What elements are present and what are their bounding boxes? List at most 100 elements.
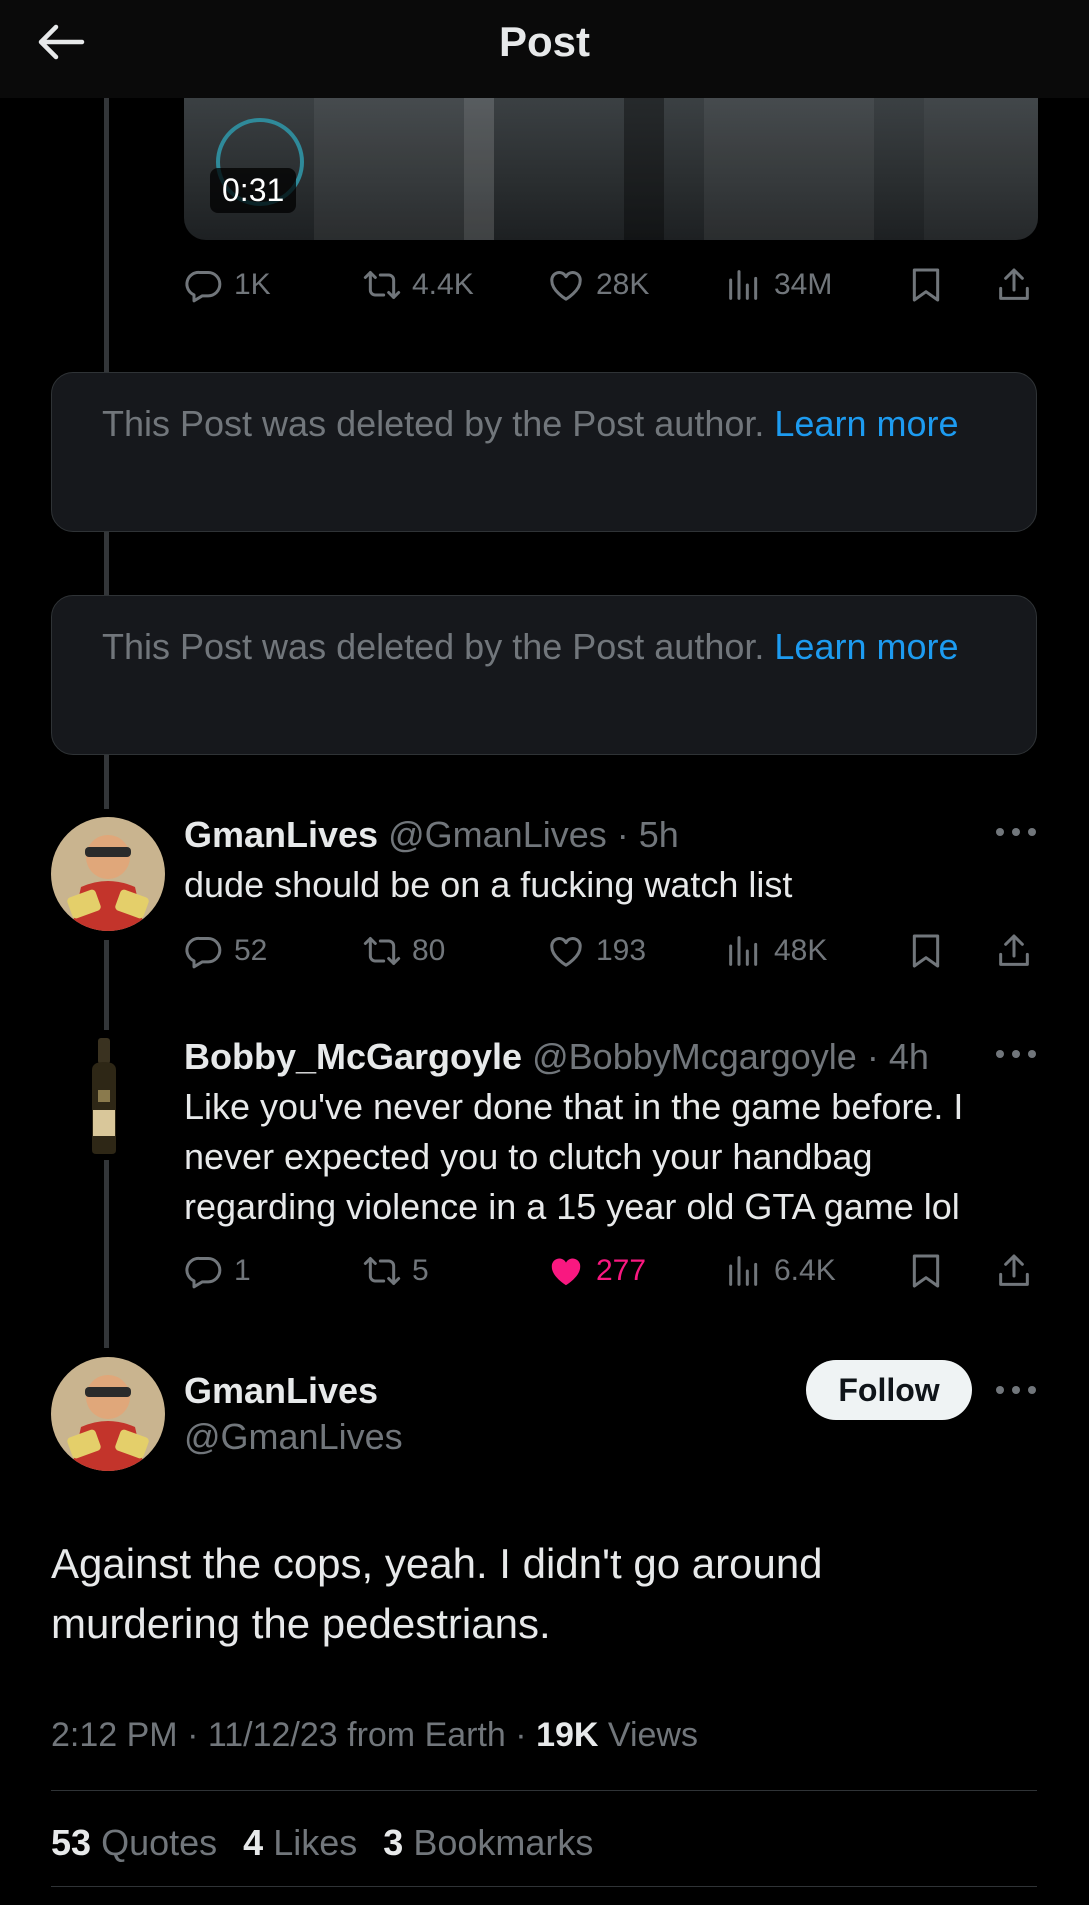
post-text: Against the cops, yeah. I didn't go arou… — [51, 1540, 823, 1647]
reply-count: 1K — [234, 268, 271, 301]
like-count: 28K — [596, 268, 650, 301]
reply-icon — [184, 265, 224, 305]
views-count: 34M — [774, 268, 833, 301]
likes-link[interactable]: 4 Likes — [243, 1822, 357, 1863]
deleted-post-notice: This Post was deleted by the Post author… — [51, 595, 1037, 755]
thread-line — [104, 755, 109, 809]
divider — [51, 1886, 1037, 1887]
username[interactable]: @GmanLives — [388, 814, 607, 855]
reply-button[interactable]: 1 — [184, 1248, 251, 1294]
repost-icon — [362, 931, 402, 971]
bookmarks-label: Bookmarks — [413, 1822, 594, 1863]
page-title: Post — [498, 18, 590, 65]
quotes-link[interactable]: 53 Quotes — [51, 1822, 217, 1863]
thread-line — [104, 1160, 109, 1348]
deleted-notice-text: This Post was deleted by the Post author… — [102, 403, 765, 444]
reply-actions: 52 80 193 48K — [184, 928, 1038, 974]
like-count: 193 — [596, 934, 647, 967]
views-button[interactable]: 34M — [724, 262, 832, 308]
top-bar: Post — [0, 0, 1089, 98]
reply-icon — [184, 1251, 224, 1291]
learn-more-link[interactable]: Learn more — [774, 403, 958, 444]
reply-text: Like you've never done that in the game … — [184, 1086, 964, 1227]
reply-actions: 1 5 277 6.4K — [184, 1248, 1038, 1294]
video-player[interactable]: 0:31 — [184, 98, 1038, 240]
bookmark-icon — [906, 1251, 946, 1291]
avatar[interactable] — [51, 817, 165, 931]
repost-count: 4.4K — [412, 268, 474, 301]
like-count: 277 — [596, 1254, 647, 1287]
more-options-icon[interactable] — [996, 1386, 1036, 1398]
more-options-icon[interactable] — [996, 828, 1036, 840]
main-post-actions: 1K 4.4K 28K 34M — [184, 262, 1038, 308]
repost-count: 5 — [412, 1254, 429, 1287]
likes-label: Likes — [273, 1822, 358, 1863]
like-button[interactable]: 277 — [546, 1248, 646, 1294]
timestamp[interactable]: 5h — [639, 814, 679, 855]
bookmark-button[interactable] — [906, 262, 946, 308]
repost-button[interactable]: 80 — [362, 928, 445, 974]
post-meta: 2:12 PM · 11/12/23 from Earth · 19K View… — [51, 1716, 698, 1754]
bookmarks-link[interactable]: 3 Bookmarks — [383, 1822, 593, 1863]
repost-button[interactable]: 4.4K — [362, 262, 474, 308]
share-icon — [994, 931, 1034, 971]
timestamp[interactable]: 4h — [889, 1036, 929, 1077]
share-icon — [994, 1251, 1034, 1291]
divider — [51, 1790, 1037, 1791]
avatar[interactable] — [51, 1357, 165, 1471]
views-count: 48K — [774, 934, 828, 967]
follow-button[interactable]: Follow — [806, 1360, 972, 1420]
views-count: 19K — [536, 1716, 599, 1754]
reply-count: 1 — [234, 1254, 251, 1287]
reply-icon — [184, 931, 224, 971]
engagement-stats: 53 Quotes 4 Likes 3 Bookmarks — [51, 1822, 593, 1864]
bookmark-icon — [906, 265, 946, 305]
bookmark-button[interactable] — [906, 1248, 946, 1294]
thread-line — [104, 98, 109, 372]
thread-line — [104, 532, 109, 596]
more-options-icon[interactable] — [996, 1050, 1036, 1062]
display-name[interactable]: Bobby_McGargoyle — [184, 1036, 522, 1077]
video-duration: 0:31 — [210, 168, 297, 213]
heart-filled-icon — [546, 1251, 586, 1291]
post-time[interactable]: 2:12 PM — [51, 1716, 178, 1754]
bookmark-button[interactable] — [906, 928, 946, 974]
reply-button[interactable]: 52 — [184, 928, 267, 974]
share-button[interactable] — [994, 928, 1034, 974]
share-button[interactable] — [994, 262, 1034, 308]
like-button[interactable]: 28K — [546, 262, 649, 308]
post-date[interactable]: 11/12/23 — [208, 1716, 338, 1754]
deleted-post-notice: This Post was deleted by the Post author… — [51, 372, 1037, 532]
reply-button[interactable]: 1K — [184, 262, 271, 308]
views-label: Views — [607, 1716, 698, 1754]
heart-icon — [546, 265, 586, 305]
display-name[interactable]: GmanLives — [184, 1370, 378, 1412]
views-icon — [724, 1251, 764, 1291]
views-icon — [724, 931, 764, 971]
views-count: 6.4K — [774, 1254, 836, 1287]
quotes-count: 53 — [51, 1822, 92, 1863]
like-button[interactable]: 193 — [546, 928, 646, 974]
share-button[interactable] — [994, 1248, 1034, 1294]
reply-count: 52 — [234, 934, 268, 967]
reply-header: GmanLives @GmanLives · 5h — [184, 814, 679, 855]
reply-text: dude should be on a fucking watch list — [184, 864, 793, 905]
views-button[interactable]: 6.4K — [724, 1248, 836, 1294]
repost-button[interactable]: 5 — [362, 1248, 429, 1294]
repost-icon — [362, 265, 402, 305]
learn-more-link[interactable]: Learn more — [774, 626, 958, 667]
quotes-label: Quotes — [101, 1822, 218, 1863]
thread-line — [104, 940, 109, 1030]
views-button[interactable]: 48K — [724, 928, 827, 974]
views-icon — [724, 265, 764, 305]
share-icon — [994, 265, 1034, 305]
username[interactable]: @GmanLives — [184, 1416, 403, 1458]
heart-icon — [546, 931, 586, 971]
repost-count: 80 — [412, 934, 446, 967]
username[interactable]: @BobbyMcgargoyle — [532, 1036, 857, 1077]
avatar[interactable] — [72, 1030, 136, 1160]
display-name[interactable]: GmanLives — [184, 814, 378, 855]
likes-count: 4 — [243, 1822, 264, 1863]
repost-icon — [362, 1251, 402, 1291]
bookmark-icon — [906, 931, 946, 971]
